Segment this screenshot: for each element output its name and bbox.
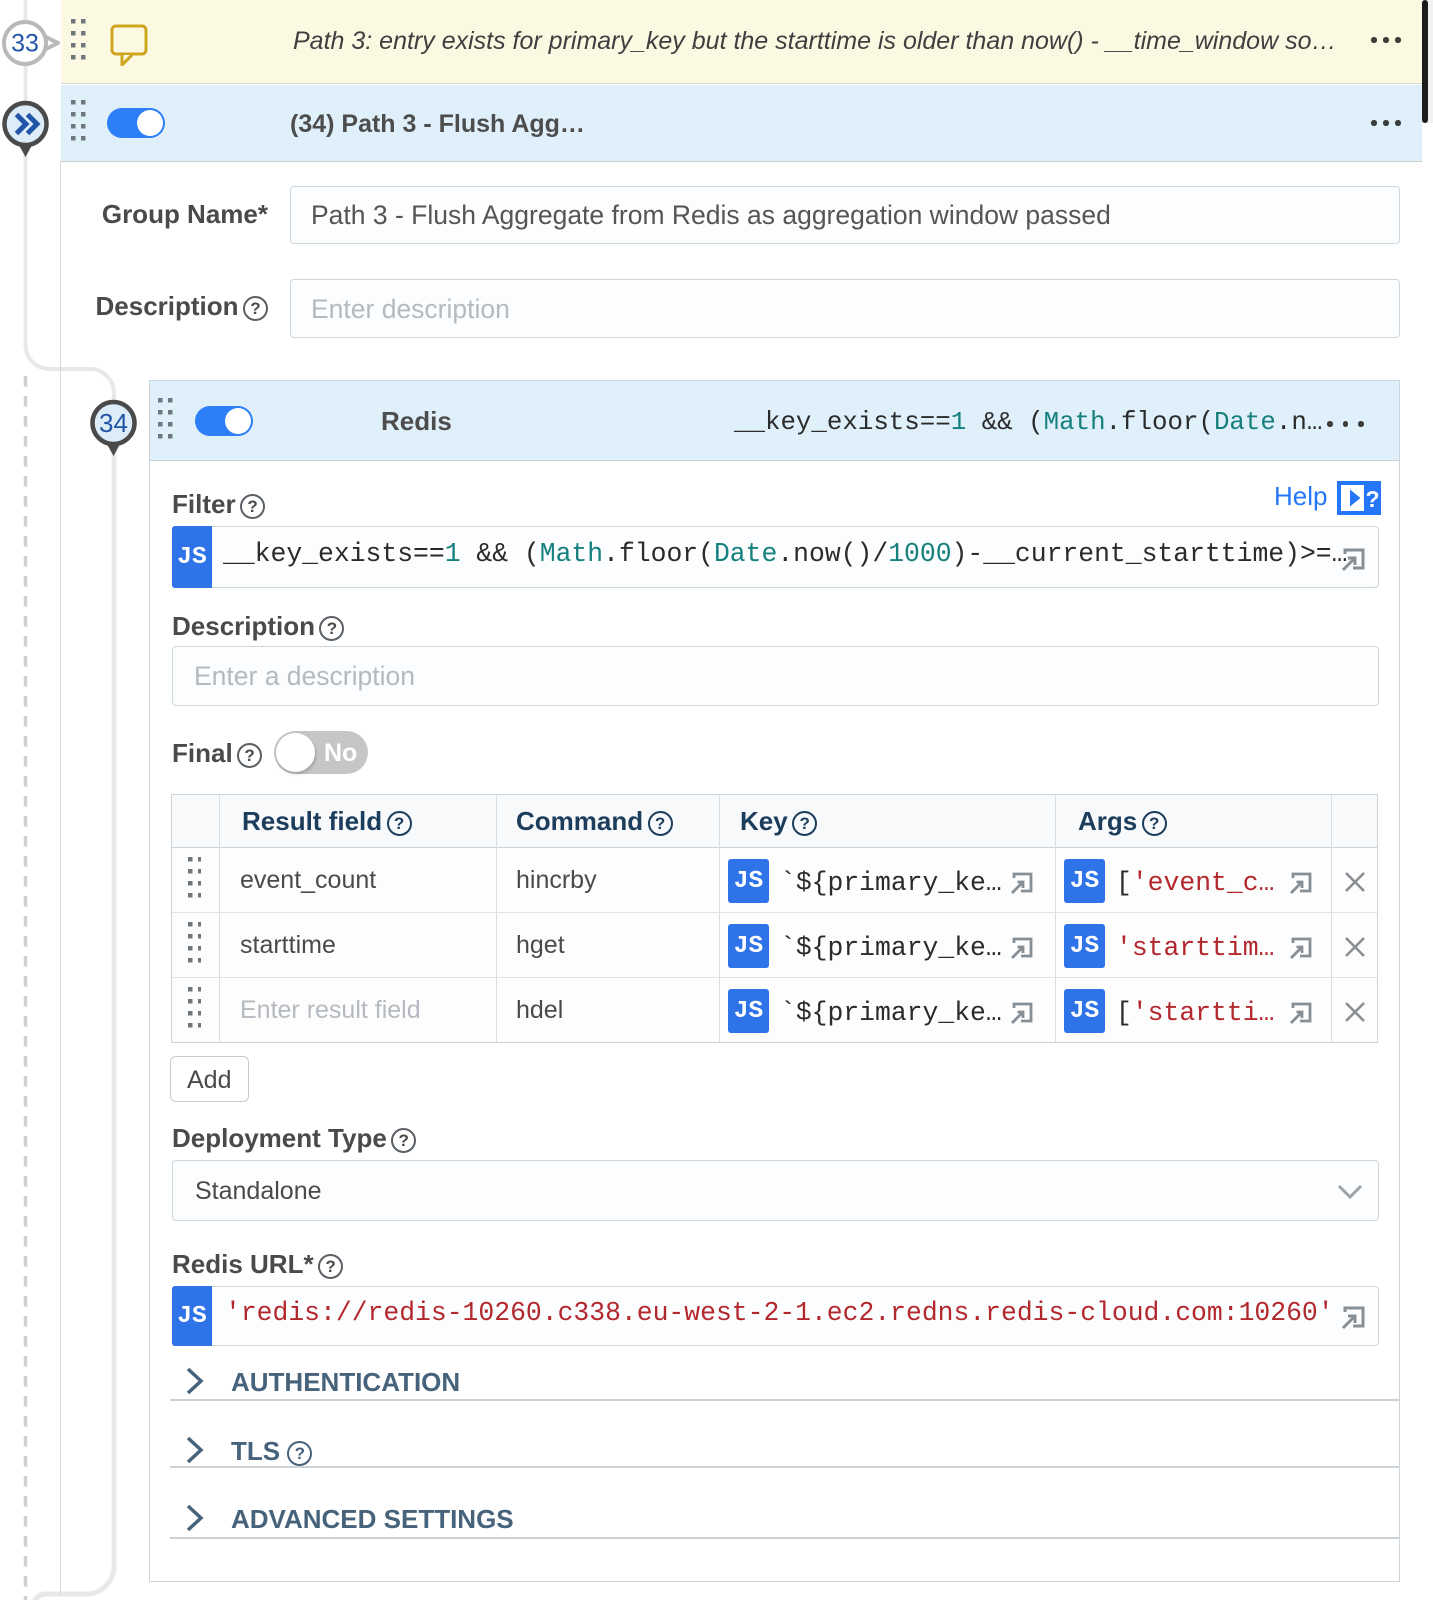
svg-text:33: 33 xyxy=(11,30,39,58)
svg-text:34: 34 xyxy=(99,408,128,438)
svg-text:?: ? xyxy=(1365,486,1379,512)
